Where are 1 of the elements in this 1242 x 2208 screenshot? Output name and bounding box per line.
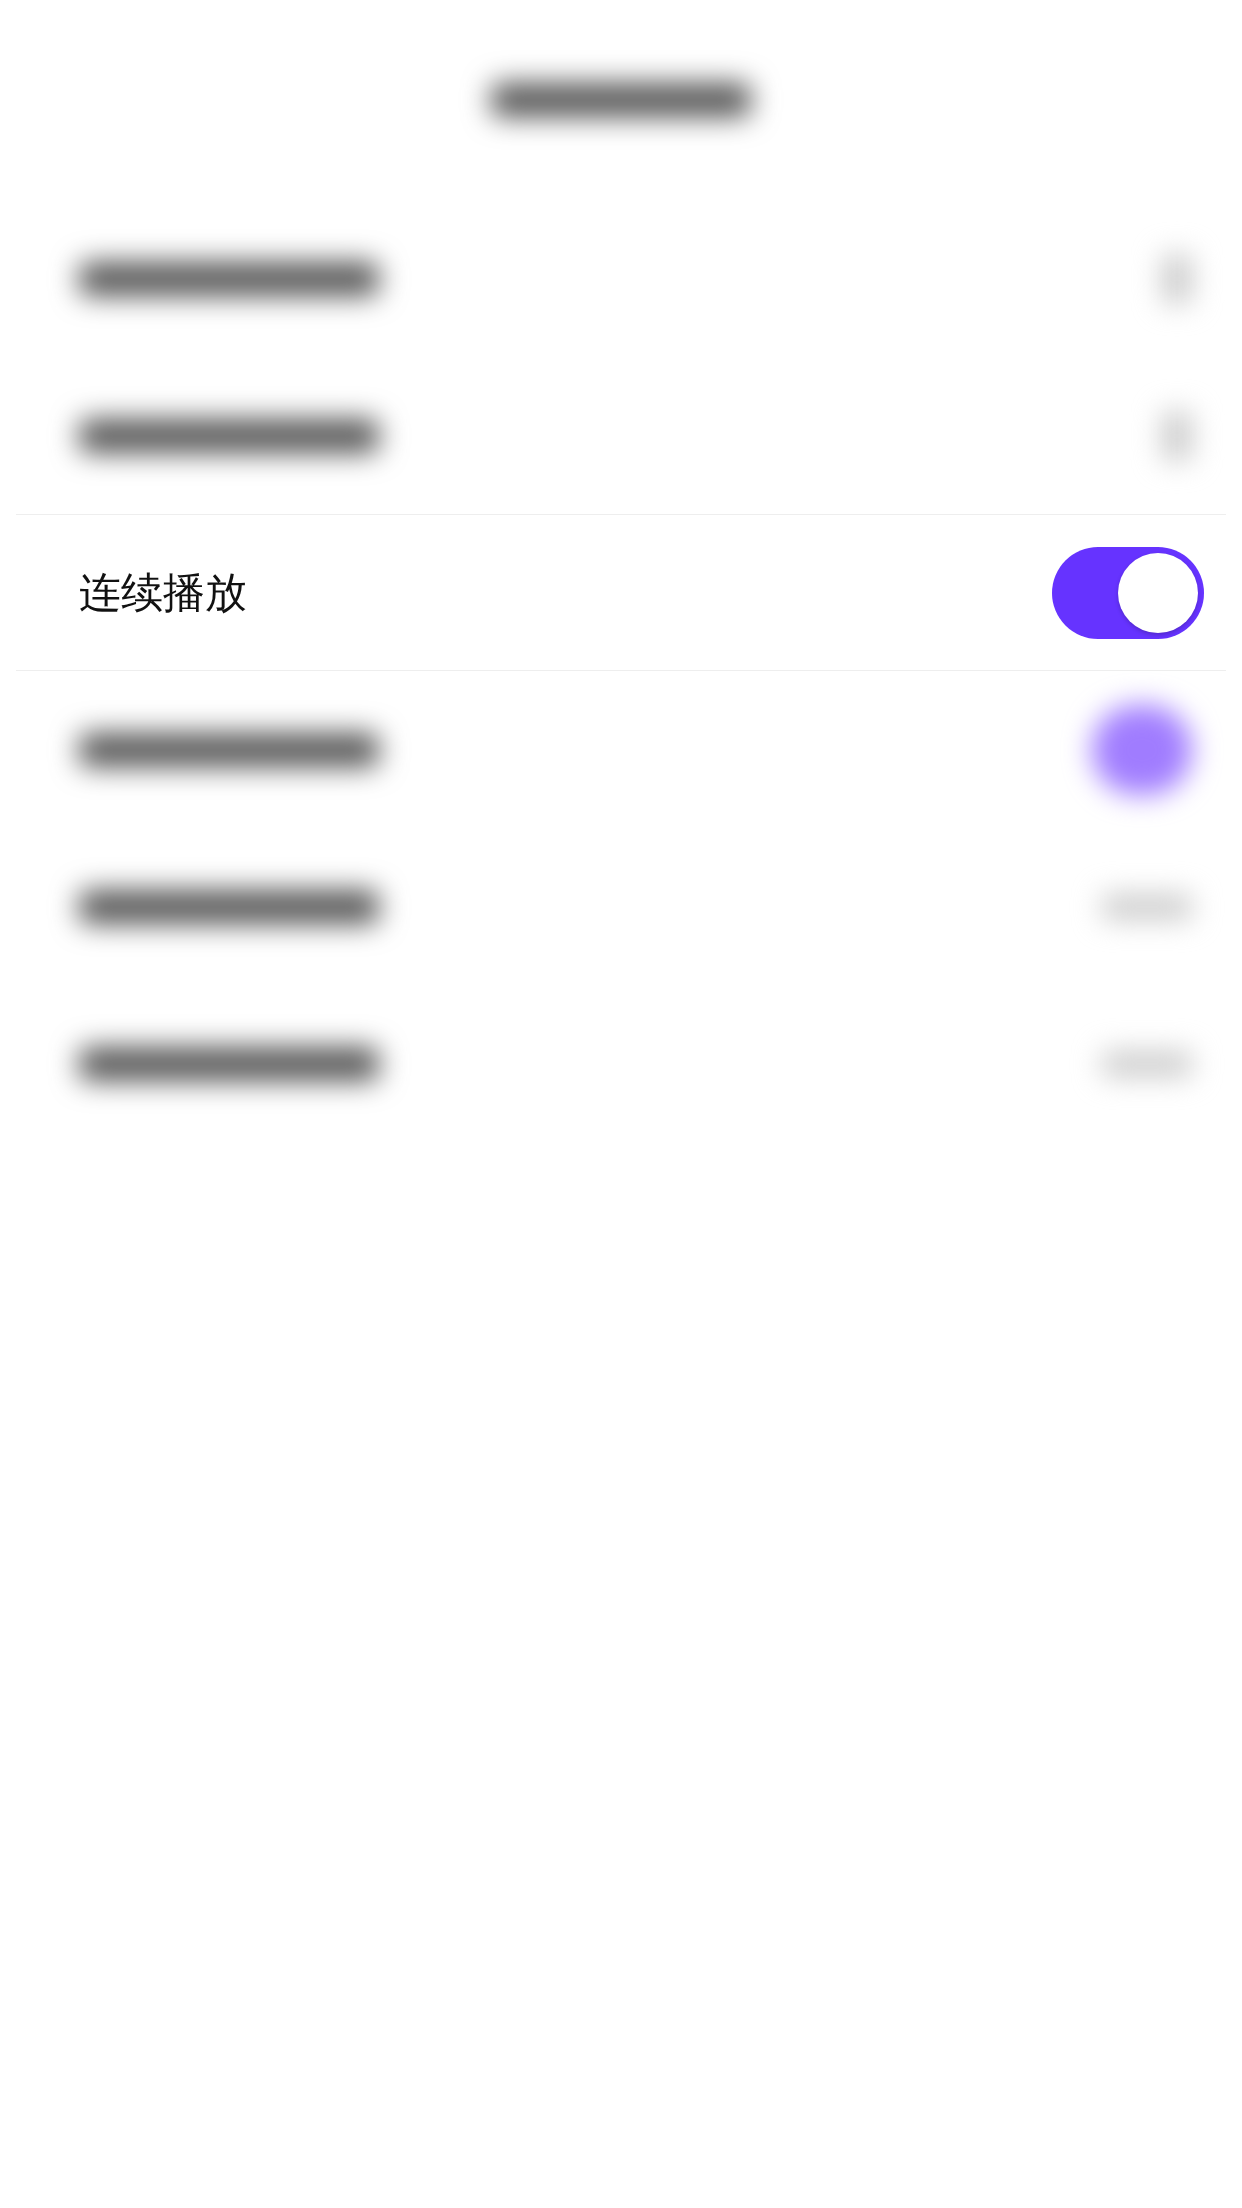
setting-label: 连续播放	[79, 566, 247, 619]
